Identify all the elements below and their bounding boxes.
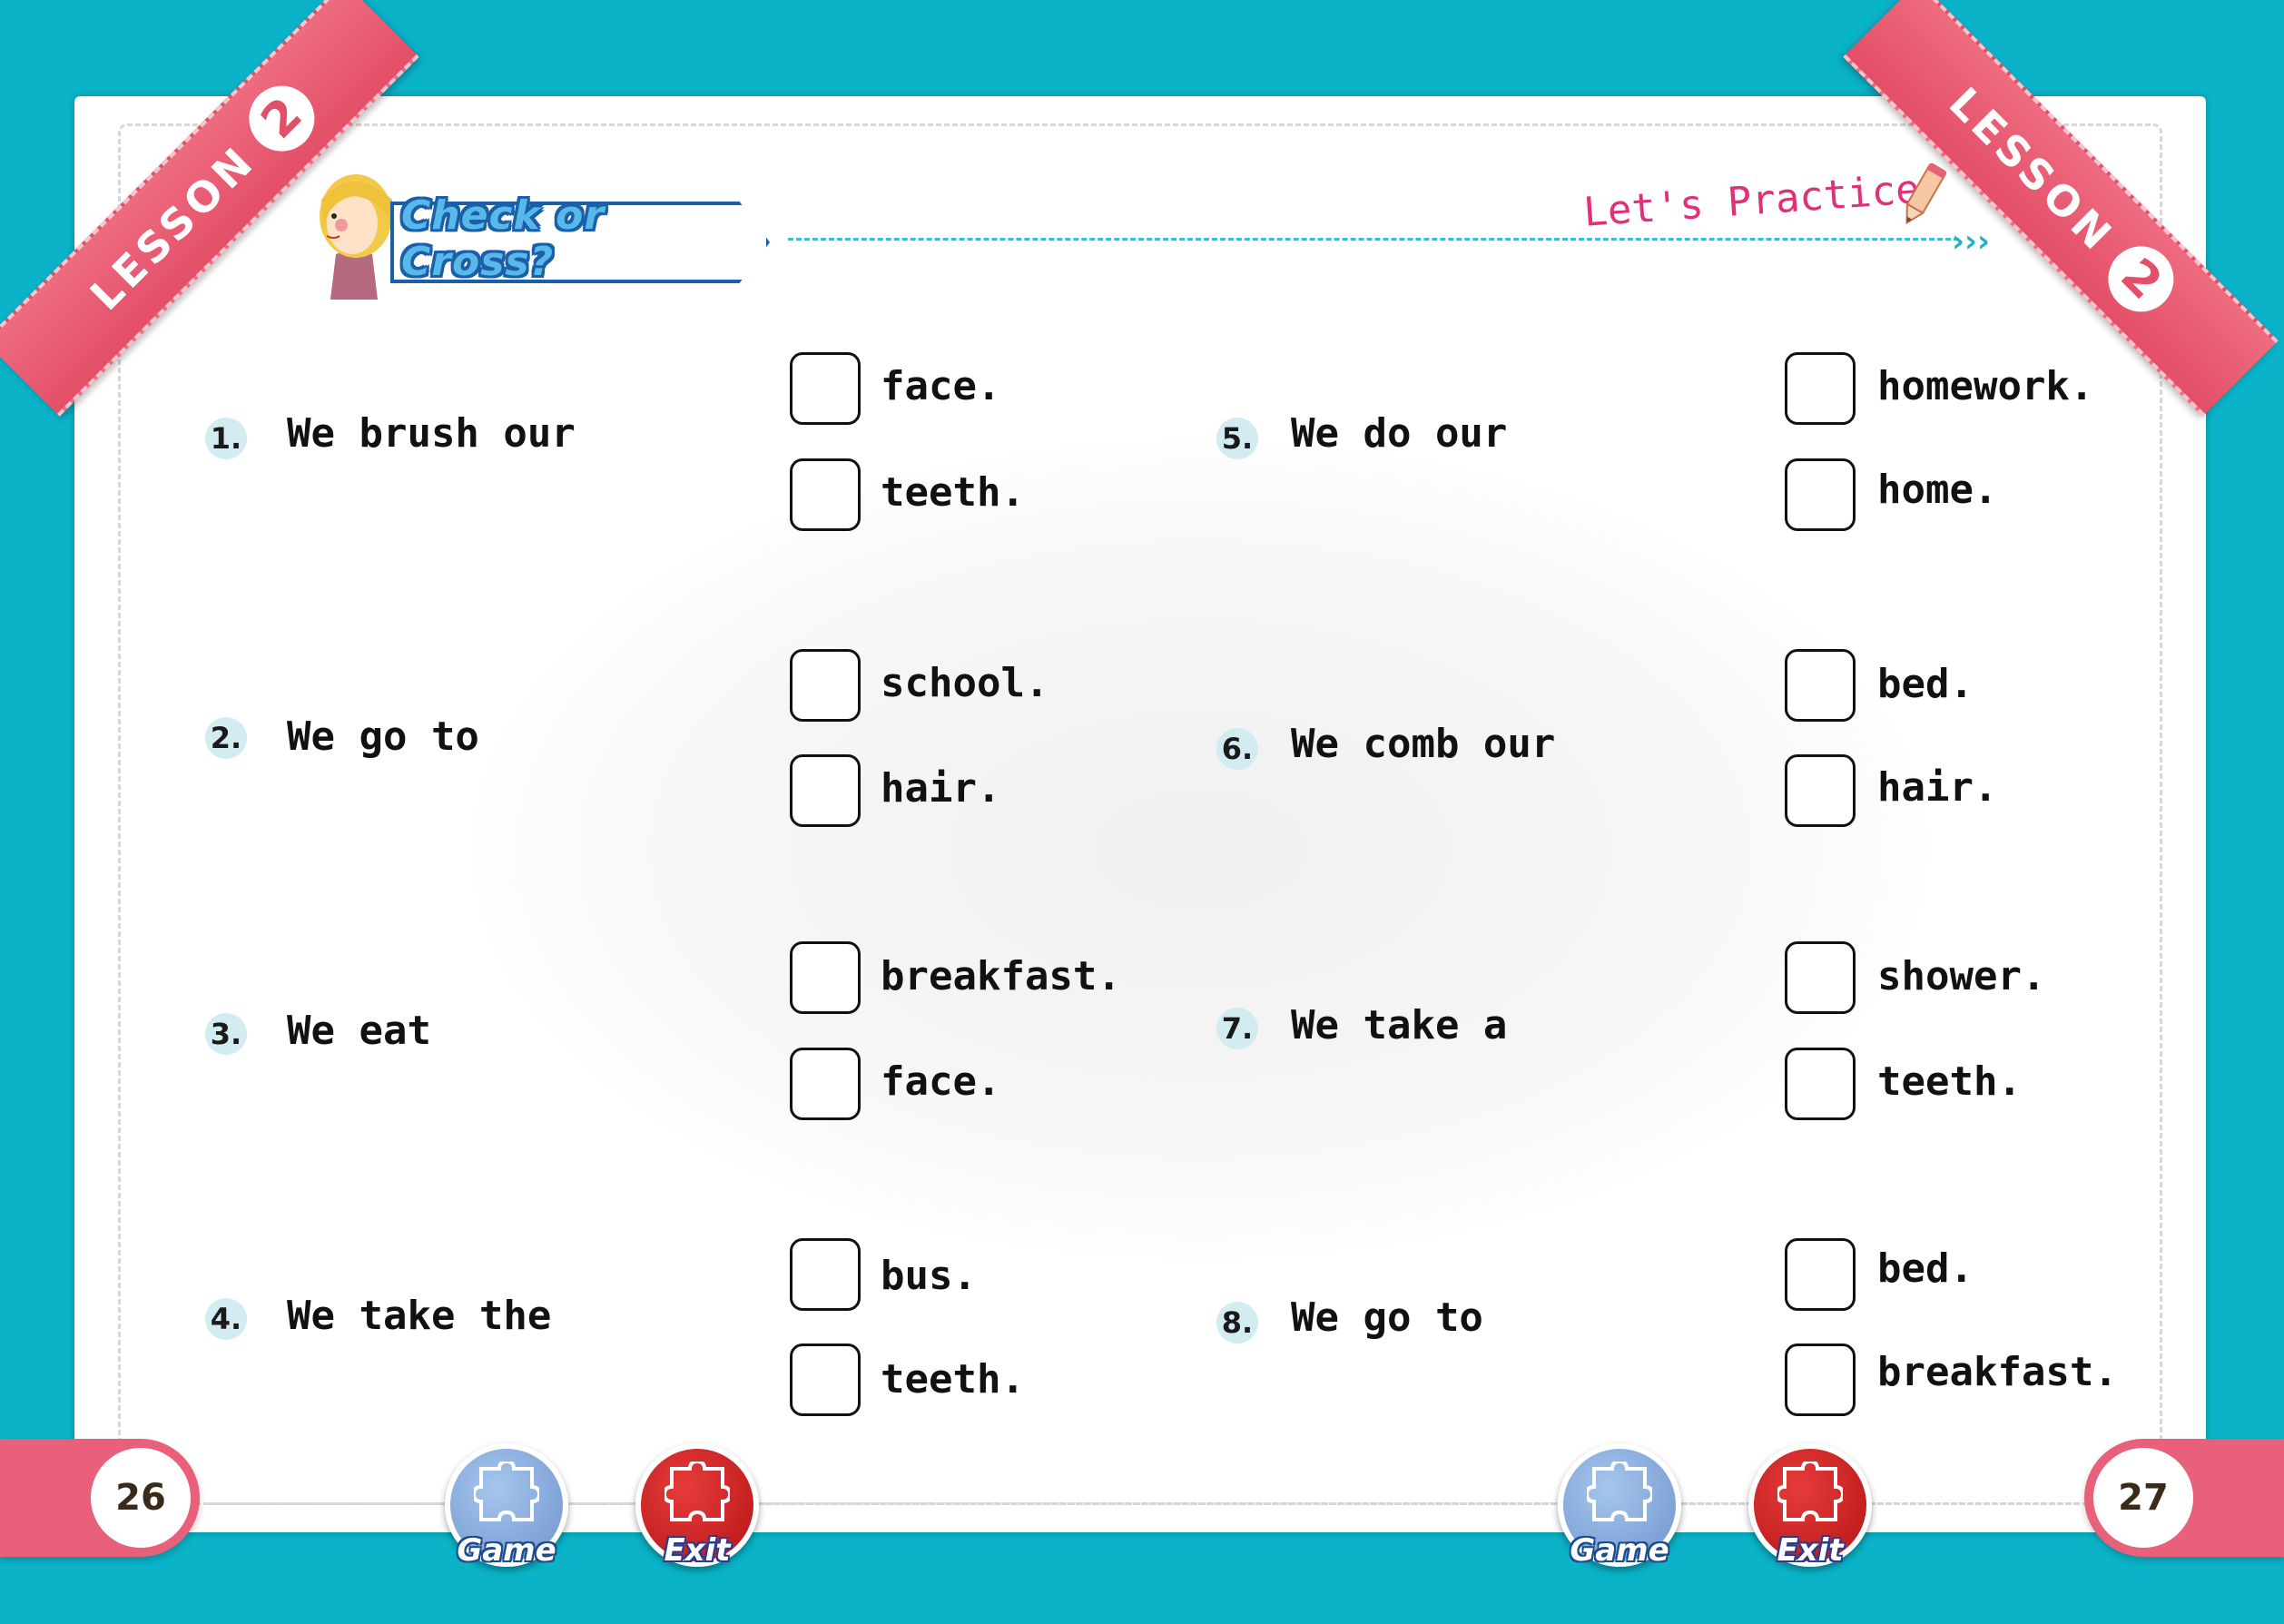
answer-checkbox[interactable]	[790, 649, 861, 722]
question-number: 2.	[205, 717, 247, 759]
page-tab-left: 26	[0, 1439, 200, 1557]
question-number: 4.	[205, 1298, 247, 1340]
answer-checkbox[interactable]	[790, 754, 861, 827]
answer-checkbox[interactable]	[1785, 1238, 1856, 1311]
question-stem: We comb our	[1291, 721, 1556, 767]
answer-option: breakfast.	[881, 953, 1121, 999]
exit-button-label: Exit	[1777, 1532, 1844, 1569]
exit-button-left[interactable]: Exit	[635, 1443, 759, 1569]
answer-option: hair.	[1877, 764, 1998, 811]
page-number-left: 26	[91, 1448, 191, 1548]
puzzle-icon	[1587, 1462, 1652, 1521]
answer-option: homework.	[1877, 363, 2094, 409]
answer-checkbox[interactable]	[790, 1048, 861, 1120]
question-stem: We take a	[1291, 1002, 1508, 1048]
answer-option: home.	[1877, 467, 1998, 513]
answer-checkbox[interactable]	[1785, 458, 1856, 531]
page-tab-right: 27	[2084, 1439, 2284, 1557]
question-stem: We take the	[287, 1293, 552, 1339]
game-button-right[interactable]: Game	[1558, 1443, 1681, 1569]
answer-checkbox[interactable]	[1785, 754, 1856, 827]
answer-checkbox[interactable]	[790, 941, 861, 1014]
question-number: 8.	[1216, 1302, 1258, 1343]
arrows-icon: ›››	[1952, 223, 1991, 260]
answer-checkbox[interactable]	[790, 1343, 861, 1416]
puzzle-icon	[474, 1462, 539, 1521]
answer-option: bed.	[1877, 1245, 1974, 1292]
page-number-right: 27	[2093, 1448, 2193, 1548]
game-button-left[interactable]: Game	[445, 1443, 568, 1569]
exit-button-label: Exit	[664, 1532, 731, 1569]
answer-option: hair.	[881, 765, 1001, 812]
answer-checkbox[interactable]	[790, 458, 861, 531]
pencil-icon	[1905, 162, 1947, 225]
answer-checkbox[interactable]	[1785, 941, 1856, 1014]
puzzle-icon	[1777, 1462, 1843, 1521]
puzzle-icon	[665, 1462, 730, 1521]
answer-option: breakfast.	[1877, 1349, 2118, 1395]
question-number: 1.	[205, 418, 247, 459]
answer-checkbox[interactable]	[1785, 649, 1856, 722]
answer-checkbox[interactable]	[1785, 352, 1856, 425]
answer-option: teeth.	[881, 469, 1025, 516]
header-dashed-line	[788, 238, 1959, 241]
answer-option: teeth.	[881, 1356, 1025, 1403]
answer-checkbox[interactable]	[1785, 1048, 1856, 1120]
question-stem: We eat	[287, 1008, 431, 1054]
answer-option: bed.	[1877, 661, 1974, 707]
ribbon-number: 2	[235, 72, 329, 165]
question-number: 5.	[1216, 418, 1258, 459]
answer-option: teeth.	[1877, 1058, 2022, 1105]
answer-checkbox[interactable]	[790, 1238, 861, 1311]
question-stem: We go to	[1291, 1294, 1483, 1341]
activity-title: Check or Cross?	[401, 192, 605, 285]
answer-checkbox[interactable]	[790, 352, 861, 425]
answer-option: face.	[881, 363, 1001, 409]
exit-button-right[interactable]: Exit	[1748, 1443, 1872, 1569]
question-stem: We brush our	[287, 410, 576, 457]
answer-option: bus.	[881, 1253, 977, 1299]
question-stem: We do our	[1291, 410, 1508, 457]
game-button-label: Game	[457, 1532, 556, 1569]
answer-option: face.	[881, 1058, 1001, 1105]
answer-option: school.	[881, 660, 1049, 706]
question-number: 7.	[1216, 1008, 1258, 1049]
question-number: 6.	[1216, 728, 1258, 770]
game-button-label: Game	[1570, 1532, 1669, 1569]
question-number: 3.	[205, 1013, 247, 1055]
answer-checkbox[interactable]	[1785, 1343, 1856, 1416]
ribbon-number: 2	[2094, 232, 2188, 326]
question-stem: We go to	[287, 714, 479, 760]
answer-option: shower.	[1877, 953, 2046, 999]
